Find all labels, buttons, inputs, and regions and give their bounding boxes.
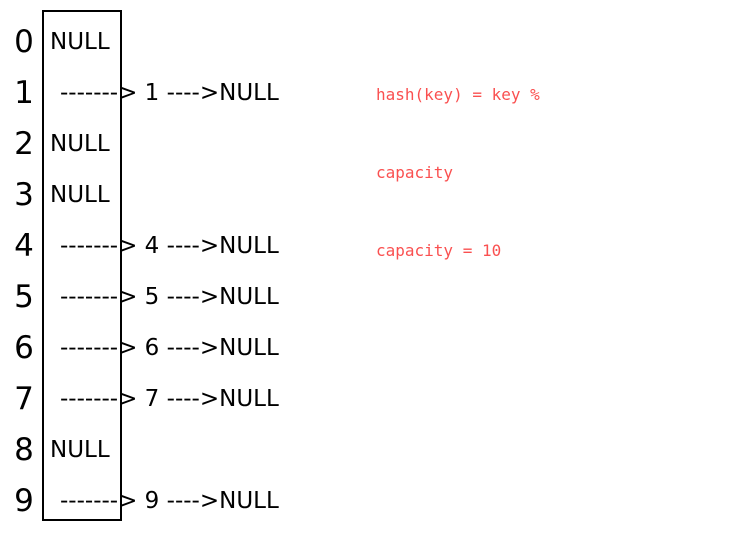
chain-arrow-to-node: -------> <box>60 284 138 310</box>
chain-terminator: NULL <box>219 488 279 514</box>
chain-arrow-to-null: ----> <box>159 284 220 310</box>
bucket-index-label: 7 <box>14 381 34 417</box>
chain-node-key: 1 <box>137 80 160 106</box>
bucket-empty-value: NULL <box>50 437 110 463</box>
bucket-chain: -------> 6 ---->NULL <box>60 323 279 374</box>
chain-terminator: NULL <box>219 80 279 106</box>
bucket-index-label: 5 <box>14 279 34 315</box>
chain-node-key: 4 <box>137 233 160 259</box>
bucket-row: 6 -------> 6 ---->NULL <box>0 323 736 374</box>
bucket-chain: -------> 9 ---->NULL <box>60 476 279 527</box>
chain-node-key: 5 <box>137 284 160 310</box>
chain-arrow-to-node: -------> <box>60 80 138 106</box>
chain-arrow-to-node: -------> <box>60 335 138 361</box>
bucket-row: 0 NULL <box>0 17 736 68</box>
bucket-index-label: 3 <box>14 177 34 213</box>
bucket-row: 7 -------> 7 ---->NULL <box>0 374 736 425</box>
bucket-row: 3 NULL <box>0 170 736 221</box>
annotation-line-3: capacity = 10 <box>376 241 502 260</box>
bucket-chain: -------> 1 ---->NULL <box>60 68 279 119</box>
chain-node-key: 7 <box>137 386 160 412</box>
chain-arrow-to-null: ----> <box>159 233 220 259</box>
chain-terminator: NULL <box>219 233 279 259</box>
bucket-empty-value: NULL <box>50 182 110 208</box>
chain-arrow-to-node: -------> <box>60 233 138 259</box>
chain-terminator: NULL <box>219 335 279 361</box>
bucket-chain: -------> 4 ---->NULL <box>60 221 279 272</box>
bucket-empty-value: NULL <box>50 29 110 55</box>
chain-arrow-to-node: -------> <box>60 386 138 412</box>
bucket-index-label: 0 <box>14 24 34 60</box>
chain-arrow-to-null: ----> <box>159 335 220 361</box>
chain-terminator: NULL <box>219 386 279 412</box>
chain-node-key: 6 <box>137 335 160 361</box>
bucket-row: 1 -------> 1 ---->NULL <box>0 68 736 119</box>
bucket-row: 2 NULL <box>0 119 736 170</box>
bucket-index-label: 9 <box>14 483 34 519</box>
bucket-row: 5 -------> 5 ---->NULL <box>0 272 736 323</box>
bucket-index-label: 6 <box>14 330 34 366</box>
bucket-index-label: 1 <box>14 75 34 111</box>
annotation-line-1: hash(key) = key % <box>376 85 540 104</box>
bucket-index-label: 2 <box>14 126 34 162</box>
chain-arrow-to-null: ----> <box>159 80 220 106</box>
annotation-line-2: capacity <box>376 163 454 182</box>
chain-arrow-to-null: ----> <box>159 386 220 412</box>
bucket-row: 4 -------> 4 ---->NULL <box>0 221 736 272</box>
diagram-canvas: 0 NULL 1 -------> 1 ---->NULL 2 NULL 3 NULL 4 ---… <box>0 0 736 538</box>
chain-arrow-to-node: -------> <box>60 488 138 514</box>
hash-formula-annotation: hash(key) = key % capacity capacity = 10 <box>376 30 540 316</box>
chain-arrow-to-null: ----> <box>159 488 220 514</box>
bucket-row: 9 -------> 9 ---->NULL <box>0 476 736 527</box>
bucket-index-label: 8 <box>14 432 34 468</box>
bucket-empty-value: NULL <box>50 131 110 157</box>
chain-node-key: 9 <box>137 488 160 514</box>
chain-terminator: NULL <box>219 284 279 310</box>
bucket-chain: -------> 7 ---->NULL <box>60 374 279 425</box>
bucket-row: 8 NULL <box>0 425 736 476</box>
bucket-index-label: 4 <box>14 228 34 264</box>
bucket-chain: -------> 5 ---->NULL <box>60 272 279 323</box>
